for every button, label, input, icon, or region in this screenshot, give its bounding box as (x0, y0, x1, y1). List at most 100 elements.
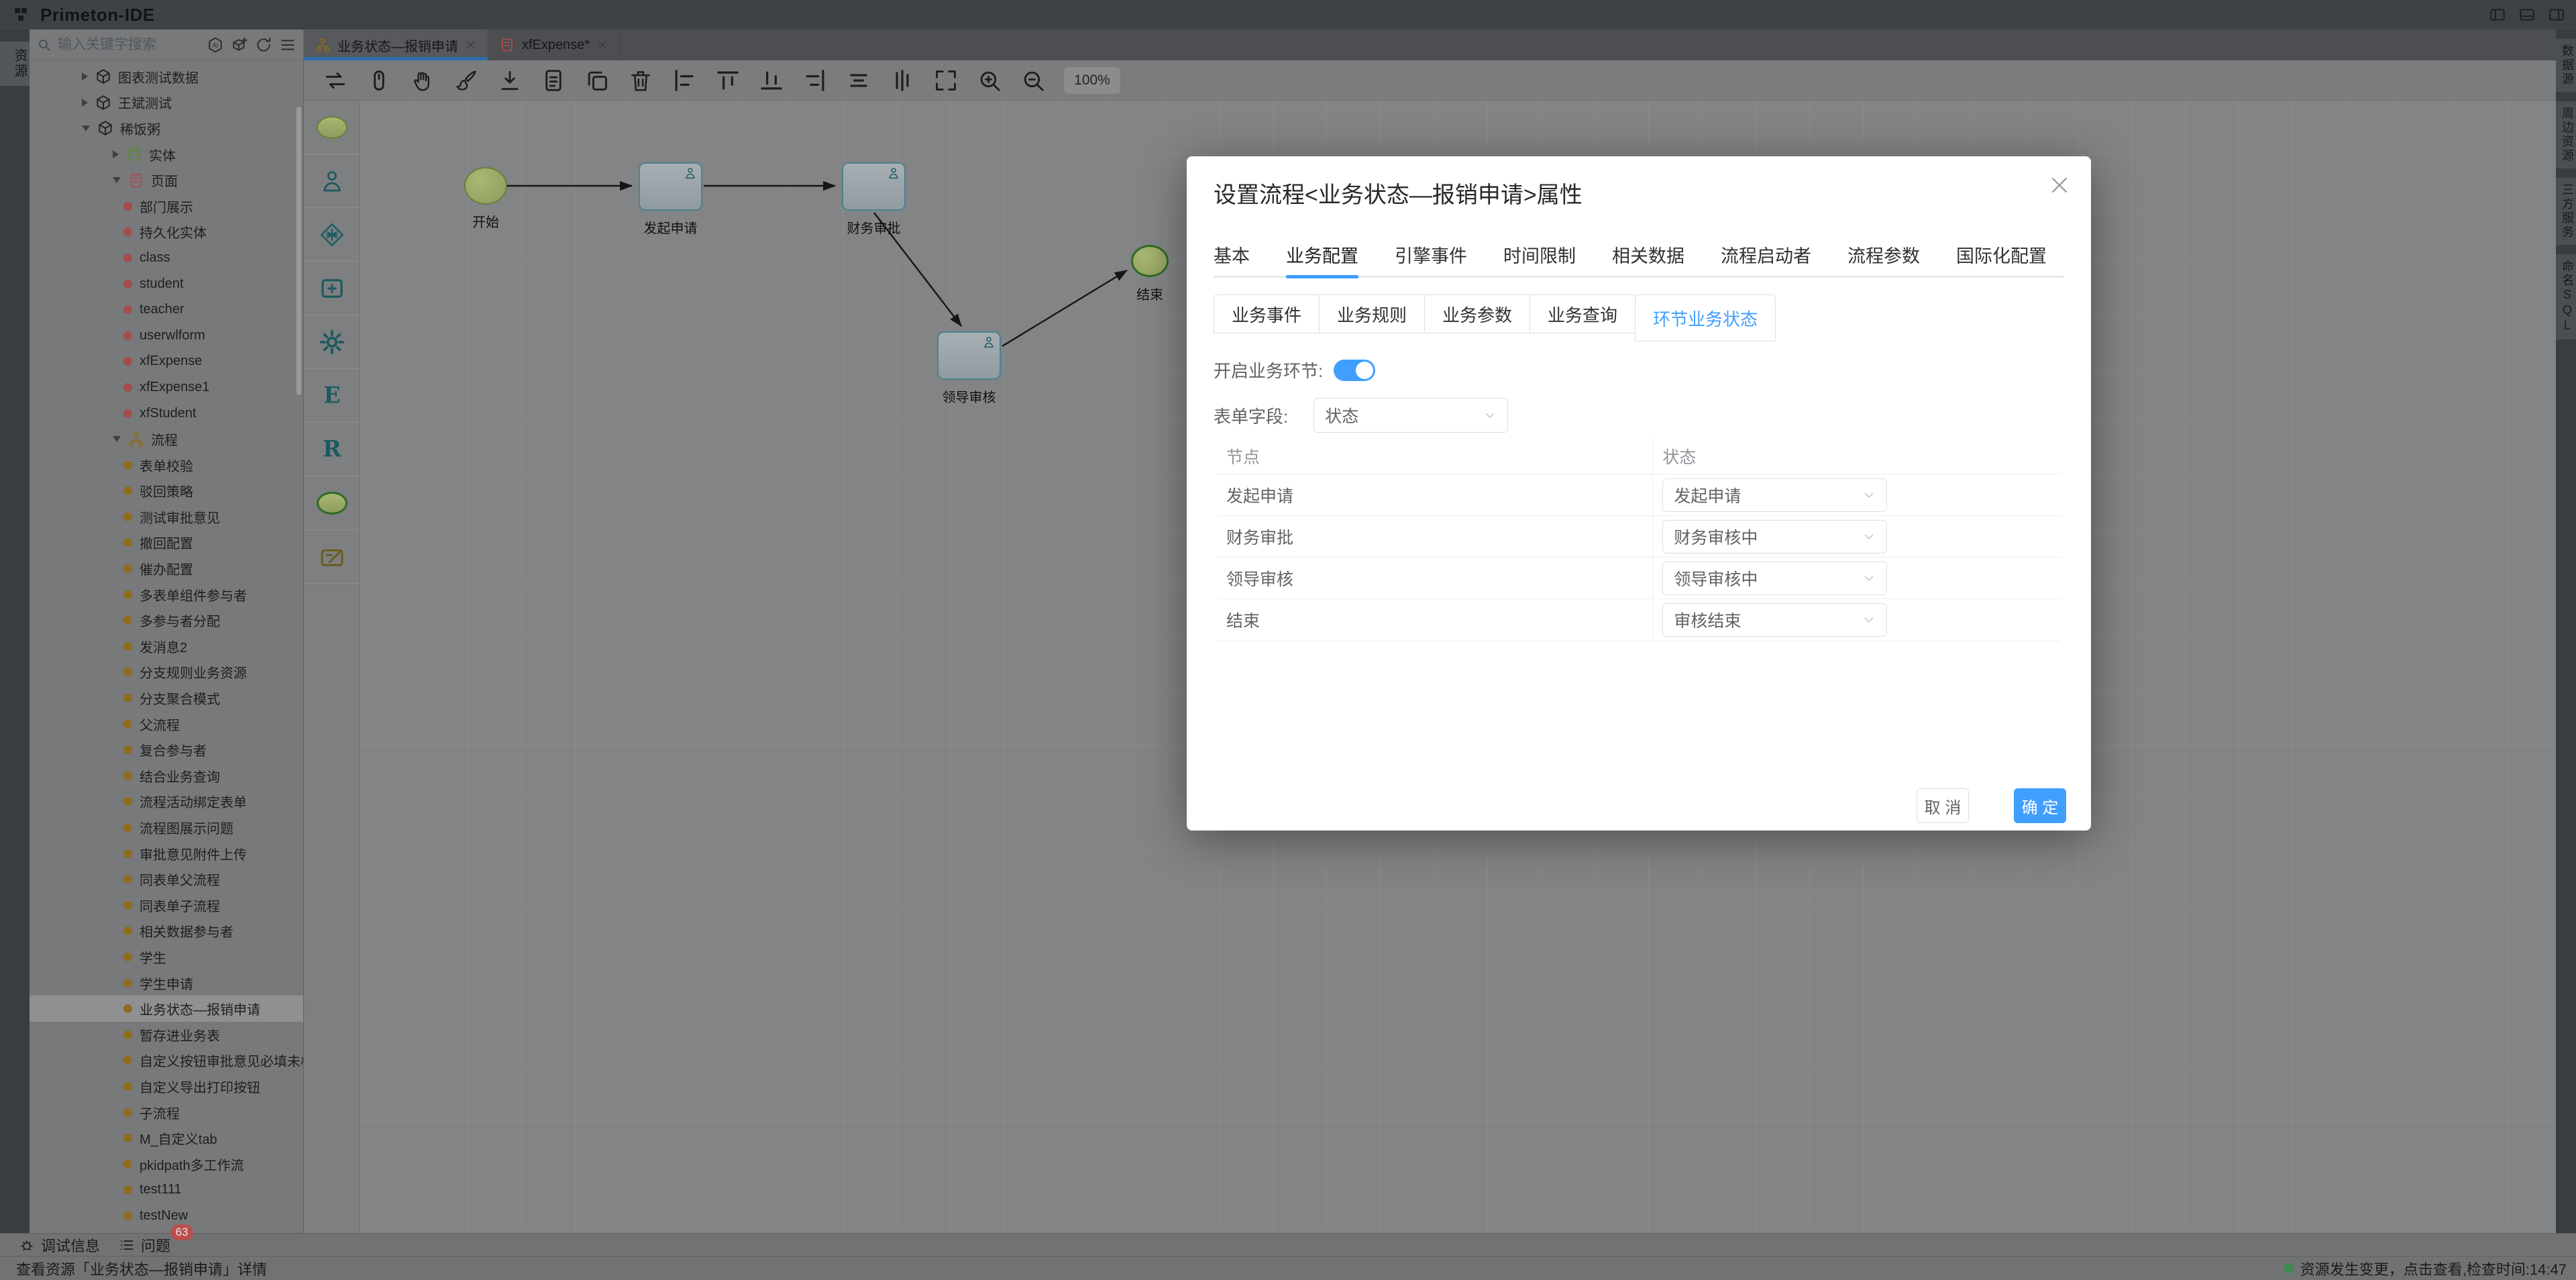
palette-letter-r[interactable]: R (304, 423, 360, 476)
palette-end-ellipse[interactable] (304, 476, 360, 530)
tree-item[interactable]: xfStudent (30, 401, 303, 427)
tool-doc-icon[interactable] (541, 68, 566, 93)
tree-item[interactable]: 子流程 (30, 1100, 303, 1126)
panel-left-icon[interactable] (2489, 6, 2506, 23)
tool-align-top-icon[interactable] (715, 68, 741, 93)
tree-item[interactable]: 流程 (30, 426, 303, 452)
dialog-tab[interactable]: 相关数据 (1612, 242, 1684, 268)
tree-item[interactable]: 图表测试数据 (30, 64, 303, 90)
panel-right-icon[interactable] (2548, 6, 2565, 23)
strip-tab-三方服务[interactable]: 三方服务 (2556, 178, 2576, 245)
palette-start-ellipse[interactable] (304, 101, 360, 154)
collapse-arrow-icon[interactable] (113, 436, 121, 442)
dialog-subtab[interactable]: 业务参数 (1424, 295, 1530, 333)
tree-item[interactable]: teacher (30, 297, 303, 323)
tree-item[interactable]: 父流程 (30, 711, 303, 737)
dialog-subtab[interactable]: 业务事件 (1214, 295, 1320, 333)
status-select[interactable]: 领导审核中 (1662, 562, 1887, 595)
tree-item[interactable]: 分支聚合模式 (30, 685, 303, 711)
status-select[interactable]: 审核结束 (1662, 603, 1887, 637)
dialog-tab[interactable]: 时间限制 (1503, 242, 1576, 268)
zoom-level[interactable]: 100% (1064, 67, 1120, 94)
tree-item[interactable]: 业务状态—报销申请 (30, 996, 303, 1022)
tool-align-right-icon[interactable] (802, 68, 828, 93)
expand-arrow-icon[interactable] (113, 150, 119, 158)
close-icon[interactable] (2048, 174, 2071, 197)
flow-node-task[interactable] (842, 162, 906, 211)
tool-hand-icon[interactable] (410, 68, 435, 93)
palette-letter-e[interactable]: E (304, 369, 360, 423)
tree-item[interactable]: userwlform (30, 323, 303, 349)
tree-item[interactable]: 相关数据参与者 (30, 918, 303, 945)
cancel-button[interactable]: 取 消 (1917, 788, 1969, 823)
dialog-subtab[interactable]: 业务规则 (1319, 295, 1425, 333)
tool-mouse-icon[interactable] (366, 68, 392, 93)
tree-item[interactable]: pkidpath多工作流 (30, 1151, 303, 1177)
tree-item[interactable]: 实体 (30, 142, 303, 168)
tree-item[interactable]: 审批意见附件上传 (30, 841, 303, 867)
palette-note[interactable] (304, 530, 360, 584)
resource-change-notice[interactable]: 资源发生变更，点击查看,检查时间:14:47 (2284, 1258, 2567, 1279)
tool-align-left-icon[interactable] (672, 68, 697, 93)
tree-item[interactable]: 流程活动绑定表单 (30, 789, 303, 815)
collapse-arrow-icon[interactable] (82, 125, 90, 131)
dialog-subtab[interactable]: 环节业务状态 (1635, 295, 1776, 341)
panel-bottom-icon[interactable] (2518, 6, 2536, 23)
tree-item[interactable]: testNew (30, 1203, 303, 1229)
tree-item[interactable]: 发消息2 (30, 633, 303, 659)
tree-item[interactable]: 稀饭粥 (30, 115, 303, 142)
flow-node-task[interactable] (639, 162, 702, 211)
tree-item[interactable]: 自定义按钮审批意见必填未校验 (30, 1048, 303, 1074)
tree-item[interactable]: 分支规则业务资源 (30, 659, 303, 686)
strip-tab-数据源[interactable]: 数据源 (2556, 39, 2576, 92)
problems-tab[interactable]: 问题 63 (119, 1234, 170, 1256)
tree-item[interactable]: 王斌测试 (30, 90, 303, 116)
tool-trash-icon[interactable] (628, 68, 653, 93)
tree-item[interactable]: 结合业务查询 (30, 763, 303, 789)
editor-tab[interactable]: xfExpense* (488, 30, 620, 60)
tool-align-v-icon[interactable] (890, 68, 915, 93)
dialog-tab[interactable]: 基本 (1214, 242, 1250, 268)
ai-icon[interactable]: AI (207, 36, 224, 54)
flow-node-start[interactable] (464, 167, 507, 205)
tree-item[interactable]: 多表单组件参与者 (30, 582, 303, 608)
tree-item[interactable]: test111 (30, 1177, 303, 1204)
refresh-icon[interactable] (255, 36, 272, 54)
form-field-select[interactable]: 状态 (1313, 398, 1508, 433)
tool-download-icon[interactable] (497, 68, 523, 93)
tree-item[interactable]: 暂存进业务表 (30, 1022, 303, 1048)
tree-item[interactable]: class (30, 245, 303, 271)
tree-item[interactable]: 学生申请 (30, 970, 303, 996)
tree-item[interactable]: xfExpense (30, 349, 303, 375)
strip-tab-resources[interactable]: 资源 (0, 42, 30, 86)
collapse-arrow-icon[interactable] (113, 177, 121, 183)
palette-decision[interactable] (304, 208, 360, 262)
tool-fit-icon[interactable] (933, 68, 959, 93)
tree-item[interactable]: 流程图展示问题 (30, 814, 303, 841)
expand-arrow-icon[interactable] (82, 99, 88, 107)
tree-item[interactable]: M_自定义tab (30, 1125, 303, 1151)
menu-icon[interactable] (279, 36, 297, 54)
close-tab-icon[interactable] (465, 39, 477, 51)
debug-info-tab[interactable]: 调试信息 (19, 1234, 100, 1256)
tree-item[interactable]: 学生 (30, 944, 303, 970)
tool-copy-icon[interactable] (584, 68, 610, 93)
tree-item[interactable]: 表单校验 (30, 452, 303, 478)
tree-item[interactable]: student (30, 271, 303, 297)
new-module-icon[interactable] (231, 36, 248, 54)
tool-align-bottom-icon[interactable] (759, 68, 784, 93)
tree-item[interactable]: 催办配置 (30, 555, 303, 582)
tree-item[interactable]: 同表单父流程 (30, 866, 303, 892)
search-input[interactable] (58, 37, 201, 53)
tool-brush-icon[interactable] (453, 68, 479, 93)
expand-arrow-icon[interactable] (82, 72, 88, 81)
editor-tab[interactable]: 业务状态—报销申请 (304, 30, 488, 60)
business-stage-toggle[interactable] (1334, 360, 1375, 381)
status-select[interactable]: 财务审核中 (1662, 520, 1887, 553)
strip-tab-周边资源[interactable]: 周边资源 (2556, 101, 2576, 168)
tool-align-h-icon[interactable] (846, 68, 871, 93)
tree-item[interactable]: 驳回策略 (30, 478, 303, 504)
tree-item[interactable]: 撤回配置 (30, 530, 303, 556)
tree-item[interactable]: 持久化实体 (30, 219, 303, 246)
dialog-tab[interactable]: 流程参数 (1847, 242, 1920, 268)
